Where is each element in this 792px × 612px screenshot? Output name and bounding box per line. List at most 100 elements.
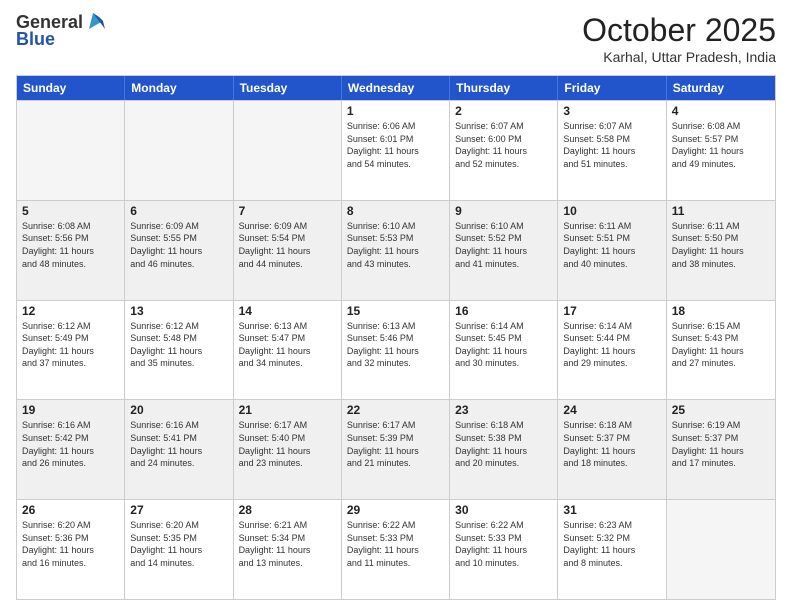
cell-info: Sunrise: 6:10 AMSunset: 5:52 PMDaylight:… bbox=[455, 220, 552, 270]
cell-info: Sunrise: 6:14 AMSunset: 5:45 PMDaylight:… bbox=[455, 320, 552, 370]
day-number: 9 bbox=[455, 204, 552, 218]
cell-info: Sunrise: 6:13 AMSunset: 5:46 PMDaylight:… bbox=[347, 320, 444, 370]
cal-cell: 31Sunrise: 6:23 AMSunset: 5:32 PMDayligh… bbox=[558, 500, 666, 599]
day-number: 21 bbox=[239, 403, 336, 417]
week-row-1: 5Sunrise: 6:08 AMSunset: 5:56 PMDaylight… bbox=[17, 200, 775, 300]
cal-cell: 24 Sunrise: 6:18 AMSunset: 5:37 PMDayligh… bbox=[558, 400, 666, 499]
cell-info: Sunrise: 6:13 AMSunset: 5:47 PMDaylight:… bbox=[239, 320, 336, 370]
cell-info: Sunrise: 6:10 AMSunset: 5:53 PMDaylight:… bbox=[347, 220, 444, 270]
week-row-2: 12Sunrise: 6:12 AMSunset: 5:49 PMDayligh… bbox=[17, 300, 775, 400]
cal-cell: 1Sunrise: 6:06 AMSunset: 6:01 PMDaylight… bbox=[342, 101, 450, 200]
header-day-friday: Friday bbox=[558, 76, 666, 100]
day-number: 11 bbox=[672, 204, 770, 218]
cell-info: Sunrise: 6:22 AMSunset: 5:33 PMDaylight:… bbox=[455, 519, 552, 569]
day-number: 6 bbox=[130, 204, 227, 218]
cell-info: Sunrise: 6:08 AMSunset: 5:56 PMDaylight:… bbox=[22, 220, 119, 270]
cal-cell: 9 Sunrise: 6:10 AMSunset: 5:52 PMDaylight… bbox=[450, 201, 558, 300]
day-number: 12 bbox=[22, 304, 119, 318]
cell-info: Sunrise: 6:18 AMSunset: 5:37 PMDaylight:… bbox=[563, 419, 660, 469]
cal-cell: 17Sunrise: 6:14 AMSunset: 5:44 PMDayligh… bbox=[558, 301, 666, 400]
page: General Blue October 2025 Karhal, Uttar … bbox=[0, 0, 792, 612]
cal-cell: 26Sunrise: 6:20 AMSunset: 5:36 PMDayligh… bbox=[17, 500, 125, 599]
day-number: 20 bbox=[130, 403, 227, 417]
cal-cell: 10Sunrise: 6:11 AMSunset: 5:51 PMDayligh… bbox=[558, 201, 666, 300]
cal-cell: 3 Sunrise: 6:07 AMSunset: 5:58 PMDaylight… bbox=[558, 101, 666, 200]
header-day-wednesday: Wednesday bbox=[342, 76, 450, 100]
week-row-3: 19 Sunrise: 6:16 AMSunset: 5:42 PMDayligh… bbox=[17, 399, 775, 499]
cell-info: Sunrise: 6:16 AMSunset: 5:42 PMDaylight:… bbox=[22, 419, 119, 469]
day-number: 23 bbox=[455, 403, 552, 417]
cell-info: Sunrise: 6:08 AMSunset: 5:57 PMDaylight:… bbox=[672, 120, 770, 170]
cal-cell: 11 Sunrise: 6:11 AMSunset: 5:50 PMDayligh… bbox=[667, 201, 775, 300]
cal-cell: 7Sunrise: 6:09 AMSunset: 5:54 PMDaylight… bbox=[234, 201, 342, 300]
cell-info: Sunrise: 6:18 AMSunset: 5:38 PMDaylight:… bbox=[455, 419, 552, 469]
day-number: 13 bbox=[130, 304, 227, 318]
day-number: 1 bbox=[347, 104, 444, 118]
cell-info: Sunrise: 6:07 AMSunset: 5:58 PMDaylight:… bbox=[563, 120, 660, 170]
header-day-thursday: Thursday bbox=[450, 76, 558, 100]
month-title: October 2025 bbox=[582, 12, 776, 49]
logo-icon bbox=[85, 11, 107, 33]
cell-info: Sunrise: 6:11 AMSunset: 5:50 PMDaylight:… bbox=[672, 220, 770, 270]
cal-cell: 29 Sunrise: 6:22 AMSunset: 5:33 PMDayligh… bbox=[342, 500, 450, 599]
day-number: 15 bbox=[347, 304, 444, 318]
cal-cell bbox=[667, 500, 775, 599]
day-number: 10 bbox=[563, 204, 660, 218]
cal-cell: 18Sunrise: 6:15 AMSunset: 5:43 PMDayligh… bbox=[667, 301, 775, 400]
day-number: 8 bbox=[347, 204, 444, 218]
cal-cell: 14 Sunrise: 6:13 AMSunset: 5:47 PMDayligh… bbox=[234, 301, 342, 400]
cal-cell: 23 Sunrise: 6:18 AMSunset: 5:38 PMDayligh… bbox=[450, 400, 558, 499]
cal-cell: 2 Sunrise: 6:07 AMSunset: 6:00 PMDaylight… bbox=[450, 101, 558, 200]
cell-info: Sunrise: 6:21 AMSunset: 5:34 PMDaylight:… bbox=[239, 519, 336, 569]
cal-cell bbox=[234, 101, 342, 200]
cell-info: Sunrise: 6:23 AMSunset: 5:32 PMDaylight:… bbox=[563, 519, 660, 569]
day-number: 19 bbox=[22, 403, 119, 417]
cal-cell: 22Sunrise: 6:17 AMSunset: 5:39 PMDayligh… bbox=[342, 400, 450, 499]
day-number: 17 bbox=[563, 304, 660, 318]
day-number: 29 bbox=[347, 503, 444, 517]
cell-info: Sunrise: 6:12 AMSunset: 5:48 PMDaylight:… bbox=[130, 320, 227, 370]
cell-info: Sunrise: 6:19 AMSunset: 5:37 PMDaylight:… bbox=[672, 419, 770, 469]
cal-cell: 28 Sunrise: 6:21 AMSunset: 5:34 PMDayligh… bbox=[234, 500, 342, 599]
day-number: 24 bbox=[563, 403, 660, 417]
calendar-body: 1Sunrise: 6:06 AMSunset: 6:01 PMDaylight… bbox=[17, 100, 775, 599]
cell-info: Sunrise: 6:09 AMSunset: 5:54 PMDaylight:… bbox=[239, 220, 336, 270]
cal-cell: 21Sunrise: 6:17 AMSunset: 5:40 PMDayligh… bbox=[234, 400, 342, 499]
cell-info: Sunrise: 6:20 AMSunset: 5:35 PMDaylight:… bbox=[130, 519, 227, 569]
header-day-sunday: Sunday bbox=[17, 76, 125, 100]
header: General Blue October 2025 Karhal, Uttar … bbox=[16, 12, 776, 65]
header-day-monday: Monday bbox=[125, 76, 233, 100]
day-number: 22 bbox=[347, 403, 444, 417]
logo: General Blue bbox=[16, 12, 107, 50]
day-number: 27 bbox=[130, 503, 227, 517]
cal-cell: 13 Sunrise: 6:12 AMSunset: 5:48 PMDayligh… bbox=[125, 301, 233, 400]
cal-cell: 25Sunrise: 6:19 AMSunset: 5:37 PMDayligh… bbox=[667, 400, 775, 499]
cal-cell: 30 Sunrise: 6:22 AMSunset: 5:33 PMDayligh… bbox=[450, 500, 558, 599]
cal-cell: 6 Sunrise: 6:09 AMSunset: 5:55 PMDaylight… bbox=[125, 201, 233, 300]
cal-cell: 8 Sunrise: 6:10 AMSunset: 5:53 PMDaylight… bbox=[342, 201, 450, 300]
cell-info: Sunrise: 6:07 AMSunset: 6:00 PMDaylight:… bbox=[455, 120, 552, 170]
cal-cell: 4Sunrise: 6:08 AMSunset: 5:57 PMDaylight… bbox=[667, 101, 775, 200]
day-number: 28 bbox=[239, 503, 336, 517]
cal-cell: 12Sunrise: 6:12 AMSunset: 5:49 PMDayligh… bbox=[17, 301, 125, 400]
header-day-tuesday: Tuesday bbox=[234, 76, 342, 100]
cal-cell: 15 Sunrise: 6:13 AMSunset: 5:46 PMDayligh… bbox=[342, 301, 450, 400]
day-number: 26 bbox=[22, 503, 119, 517]
calendar: SundayMondayTuesdayWednesdayThursdayFrid… bbox=[16, 75, 776, 600]
title-block: October 2025 Karhal, Uttar Pradesh, Indi… bbox=[582, 12, 776, 65]
cal-cell: 19 Sunrise: 6:16 AMSunset: 5:42 PMDayligh… bbox=[17, 400, 125, 499]
location: Karhal, Uttar Pradesh, India bbox=[582, 49, 776, 65]
cal-cell: 20Sunrise: 6:16 AMSunset: 5:41 PMDayligh… bbox=[125, 400, 233, 499]
cell-info: Sunrise: 6:22 AMSunset: 5:33 PMDaylight:… bbox=[347, 519, 444, 569]
cal-cell bbox=[17, 101, 125, 200]
day-number: 2 bbox=[455, 104, 552, 118]
cal-cell: 27 Sunrise: 6:20 AMSunset: 5:35 PMDayligh… bbox=[125, 500, 233, 599]
day-number: 14 bbox=[239, 304, 336, 318]
cell-info: Sunrise: 6:15 AMSunset: 5:43 PMDaylight:… bbox=[672, 320, 770, 370]
day-number: 3 bbox=[563, 104, 660, 118]
day-number: 30 bbox=[455, 503, 552, 517]
header-day-saturday: Saturday bbox=[667, 76, 775, 100]
cell-info: Sunrise: 6:09 AMSunset: 5:55 PMDaylight:… bbox=[130, 220, 227, 270]
calendar-header: SundayMondayTuesdayWednesdayThursdayFrid… bbox=[17, 76, 775, 100]
week-row-0: 1Sunrise: 6:06 AMSunset: 6:01 PMDaylight… bbox=[17, 100, 775, 200]
